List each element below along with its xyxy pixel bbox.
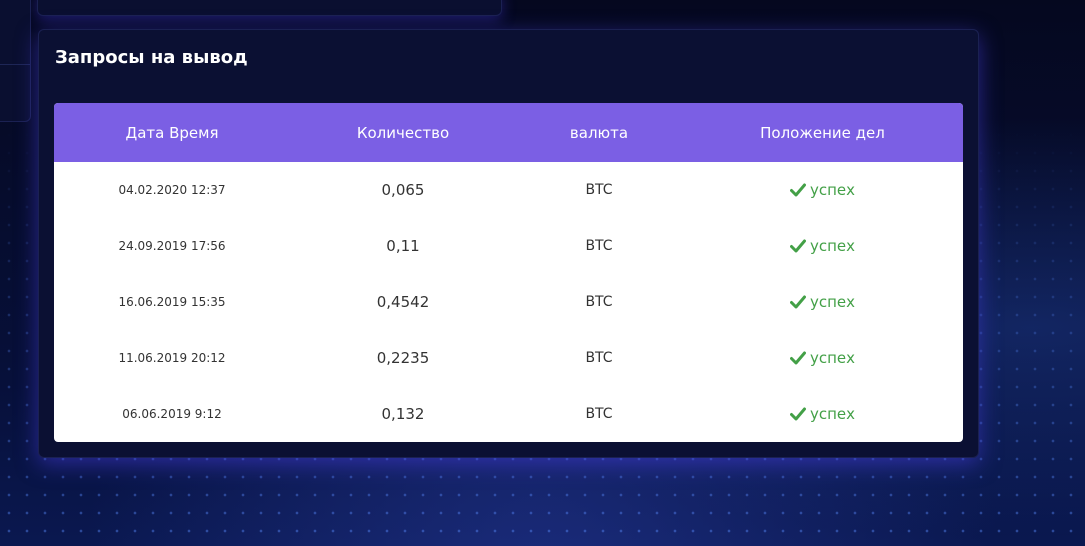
check-icon [789, 407, 806, 421]
side-menu-edge [0, 0, 31, 122]
check-icon [789, 295, 806, 309]
cell-currency: BTC [585, 350, 613, 366]
table-row: 11.06.2019 20:12 0,2235 BTC успех [54, 330, 963, 386]
cell-amount: 0,065 [381, 181, 425, 199]
cell-status: успех [682, 386, 963, 442]
cell-datetime: 11.06.2019 20:12 [118, 351, 226, 365]
cell-status: успех [682, 162, 963, 218]
column-header-amount: Количество [356, 123, 450, 142]
cell-status: успех [682, 330, 963, 386]
withdrawals-table-card: Дата Время Количество валюта Положение д… [54, 103, 963, 442]
cell-amount: 0,11 [386, 237, 420, 255]
cell-status: успех [682, 218, 963, 274]
withdrawal-requests-panel: Запросы на вывод Дата Время Количество в… [38, 29, 979, 458]
status-text: успех [809, 293, 856, 311]
divider [0, 64, 30, 65]
column-header-datetime: Дата Время [125, 123, 219, 142]
cell-status: успех [682, 274, 963, 330]
check-icon [789, 239, 806, 253]
check-icon [789, 183, 806, 197]
cell-datetime: 06.06.2019 9:12 [122, 407, 222, 421]
cell-amount: 0,4542 [376, 293, 430, 311]
cell-currency: BTC [585, 406, 613, 422]
table-row: 16.06.2019 15:35 0,4542 BTC успех [54, 274, 963, 330]
cell-currency: BTC [585, 238, 613, 254]
status-text: успех [809, 405, 856, 423]
panel-title: Запросы на вывод [55, 47, 248, 68]
table-row: 04.02.2020 12:37 0,065 BTC успех [54, 162, 963, 218]
cell-datetime: 04.02.2020 12:37 [118, 183, 226, 197]
cell-datetime: 16.06.2019 15:35 [118, 295, 226, 309]
table-row: 24.09.2019 17:56 0,11 BTC успех [54, 218, 963, 274]
cell-amount: 0,132 [381, 405, 425, 423]
status-text: успех [809, 349, 856, 367]
cell-currency: BTC [585, 182, 613, 198]
column-header-status: Положение дел [760, 123, 885, 142]
status-text: успех [809, 237, 856, 255]
cell-currency: BTC [585, 294, 613, 310]
withdrawals-table: Дата Время Количество валюта Положение д… [54, 103, 963, 442]
upper-card [37, 0, 502, 16]
column-header-currency: валюта [569, 123, 629, 142]
check-icon [789, 351, 806, 365]
table-row: 06.06.2019 9:12 0,132 BTC успех [54, 386, 963, 442]
status-text: успех [809, 181, 856, 199]
table-header-row: Дата Время Количество валюта Положение д… [54, 103, 963, 162]
cell-datetime: 24.09.2019 17:56 [118, 239, 226, 253]
cell-amount: 0,2235 [376, 349, 430, 367]
